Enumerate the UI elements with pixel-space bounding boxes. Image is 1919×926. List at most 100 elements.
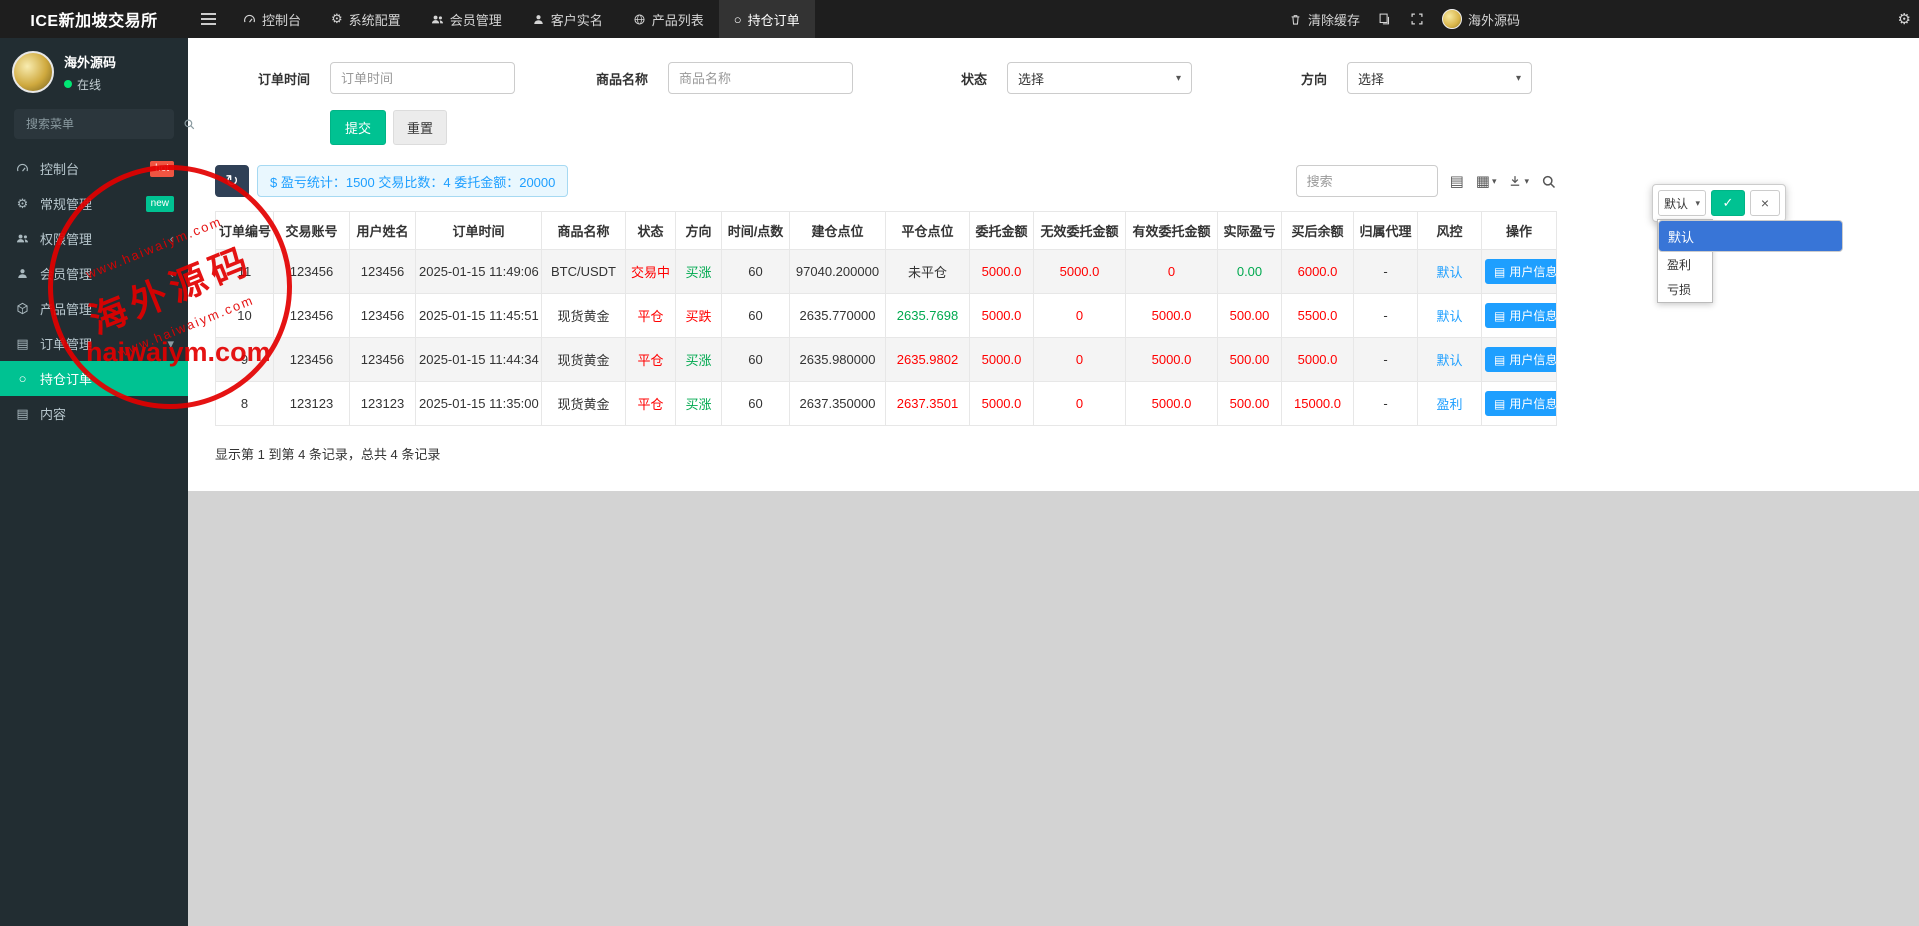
gauge-icon xyxy=(14,162,31,175)
table-search-input[interactable] xyxy=(1296,165,1438,197)
table-cell: 现货黄金 xyxy=(542,338,626,382)
table-row: 81231231231232025-01-15 11:35:00现货黄金平仓买涨… xyxy=(216,382,1557,426)
users-icon xyxy=(431,13,444,26)
editor-value: 默认 xyxy=(1664,195,1688,212)
online-dot-icon xyxy=(64,80,72,88)
risk-control-link[interactable]: 默认 xyxy=(1436,353,1462,368)
export-icon[interactable]: ▾ xyxy=(1508,174,1529,188)
chevron-left-icon: ‹ xyxy=(170,231,174,246)
user-icon xyxy=(532,13,545,26)
table-cell: 500.00 xyxy=(1218,338,1282,382)
table-cell: 交易中 xyxy=(626,250,676,294)
direction-select[interactable]: 选择 ▾ xyxy=(1347,62,1532,94)
dropdown-option[interactable]: 盈利 xyxy=(1658,252,1712,277)
sidebar-toggle-button[interactable] xyxy=(188,0,228,38)
sidebar-item-dashboard[interactable]: 控制台 hot xyxy=(0,151,188,186)
table-cell: 0 xyxy=(1034,294,1126,338)
menu-label: 内容 xyxy=(40,404,66,423)
sidebar-item-members[interactable]: 会员管理 ‹ xyxy=(0,256,188,291)
table-cell: 默认 xyxy=(1418,338,1482,382)
tab-positions[interactable]: ○ 持仓订单 xyxy=(719,0,815,38)
list-icon: ▤ xyxy=(1494,309,1505,323)
chevron-down-icon: ▾ xyxy=(1516,73,1521,84)
refresh-button[interactable]: ↻ xyxy=(215,165,249,197)
menu-search-input[interactable] xyxy=(24,116,183,132)
table-cell: - xyxy=(1354,294,1418,338)
column-header: 归属代理 xyxy=(1354,212,1418,250)
table-cell: 123456 xyxy=(274,294,350,338)
tab-members[interactable]: 会员管理 xyxy=(416,0,517,38)
column-header: 订单编号 xyxy=(216,212,274,250)
list-icon: ▤ xyxy=(1494,397,1505,411)
menu-label: 订单管理 xyxy=(40,334,92,353)
column-header: 操作 xyxy=(1482,212,1557,250)
submit-button[interactable]: 提交 xyxy=(330,110,386,145)
sidebar-item-permissions[interactable]: 权限管理 ‹ xyxy=(0,221,188,256)
table-cell: 123123 xyxy=(350,382,416,426)
risk-control-link[interactable]: 盈利 xyxy=(1436,397,1462,412)
menu-label: 会员管理 xyxy=(40,264,92,283)
editor-select[interactable]: 默认 ▾ xyxy=(1658,190,1706,216)
order-time-input[interactable] xyxy=(330,62,515,94)
sidebar: 海外源码 在线 控制台 hot ⚙ 常规管理 new 权限管理 ‹ 会员管理 xyxy=(0,38,188,926)
sidebar-item-product-mgmt[interactable]: 产品管理 xyxy=(0,291,188,326)
product-name-input[interactable] xyxy=(668,62,853,94)
table-toolbar: ↻ $ 盈亏统计：1500 交易比数：4 委托金额：20000 ▤ ▦▾ ▾ xyxy=(215,165,1556,197)
status-label: 在线 xyxy=(77,76,101,93)
column-header: 无效委托金额 xyxy=(1034,212,1126,250)
user-icon xyxy=(14,267,31,280)
tab-system-config[interactable]: ⚙ 系统配置 xyxy=(316,0,416,38)
table-cell: 0 xyxy=(1034,338,1126,382)
topbar: ICE新加坡交易所 控制台 ⚙ 系统配置 会员管理 客户实名 产品列表 ○ 持仓… xyxy=(0,0,1919,38)
dropdown-option[interactable]: 亏损 xyxy=(1658,277,1712,302)
table-cell: 60 xyxy=(722,294,790,338)
column-header: 有效委托金额 xyxy=(1126,212,1218,250)
column-header: 订单时间 xyxy=(416,212,542,250)
tab-kyc[interactable]: 客户实名 xyxy=(517,0,618,38)
risk-control-link[interactable]: 默认 xyxy=(1436,309,1462,324)
menu-label: 常规管理 xyxy=(40,194,92,213)
table-cell: 5000.0 xyxy=(970,294,1034,338)
table-cell: 未平仓 xyxy=(886,250,970,294)
sidebar-menu: 控制台 hot ⚙ 常规管理 new 权限管理 ‹ 会员管理 ‹ 产品管理 ▤ … xyxy=(0,151,188,431)
cube-icon xyxy=(14,302,31,315)
table-cell: 平仓 xyxy=(626,294,676,338)
tab-products[interactable]: 产品列表 xyxy=(618,0,719,38)
table-cell: 60 xyxy=(722,250,790,294)
copy-icon[interactable] xyxy=(1378,12,1392,26)
reset-button[interactable]: 重置 xyxy=(393,110,447,145)
editor-cancel-button[interactable]: × xyxy=(1750,190,1780,216)
table-cell: 2025-01-15 11:44:34 xyxy=(416,338,542,382)
fullscreen-icon[interactable] xyxy=(1410,12,1424,26)
table-cell: 123456 xyxy=(350,250,416,294)
hot-badge: hot xyxy=(150,161,174,177)
tab-dashboard[interactable]: 控制台 xyxy=(228,0,316,38)
user-info-button[interactable]: ▤用户信息 xyxy=(1485,391,1557,416)
column-header: 建仓点位 xyxy=(790,212,886,250)
pnl-stats-bar: $ 盈亏统计：1500 交易比数：4 委托金额：20000 xyxy=(257,165,568,197)
menu-search xyxy=(14,109,174,139)
editor-confirm-button[interactable]: ✓ xyxy=(1711,190,1745,216)
table-cell: 500.00 xyxy=(1218,294,1282,338)
dropdown-option[interactable]: 默认 xyxy=(1658,220,1843,252)
list-icon: ▤ xyxy=(1494,265,1505,279)
risk-control-link[interactable]: 默认 xyxy=(1436,265,1462,280)
menu-label: 控制台 xyxy=(40,159,79,178)
sidebar-item-general[interactable]: ⚙ 常规管理 new xyxy=(0,186,188,221)
sidebar-item-content[interactable]: ▤ 内容 xyxy=(0,396,188,431)
user-info-button[interactable]: ▤用户信息 xyxy=(1485,259,1557,284)
columns-toggle-icon[interactable]: ▦▾ xyxy=(1476,172,1497,190)
tab-label: 客户实名 xyxy=(551,10,603,29)
settings-gear-icon[interactable]: ⚙ xyxy=(1898,0,1911,38)
sidebar-item-positions[interactable]: ○ 持仓订单 xyxy=(0,361,188,396)
status-select[interactable]: 选择 ▾ xyxy=(1007,62,1192,94)
search-icon[interactable] xyxy=(1541,174,1556,189)
user-info-button[interactable]: ▤用户信息 xyxy=(1485,303,1557,328)
sidebar-item-order-mgmt[interactable]: ▤ 订单管理 ▾ xyxy=(0,326,188,361)
table-cell: 默认 xyxy=(1418,294,1482,338)
clear-cache-button[interactable]: 清除缓存 xyxy=(1289,10,1360,29)
user-menu[interactable]: 海外源码 xyxy=(1442,9,1520,29)
list-view-icon[interactable]: ▤ xyxy=(1450,172,1464,190)
table-cell: 0 xyxy=(1126,250,1218,294)
user-info-button[interactable]: ▤用户信息 xyxy=(1485,347,1557,372)
